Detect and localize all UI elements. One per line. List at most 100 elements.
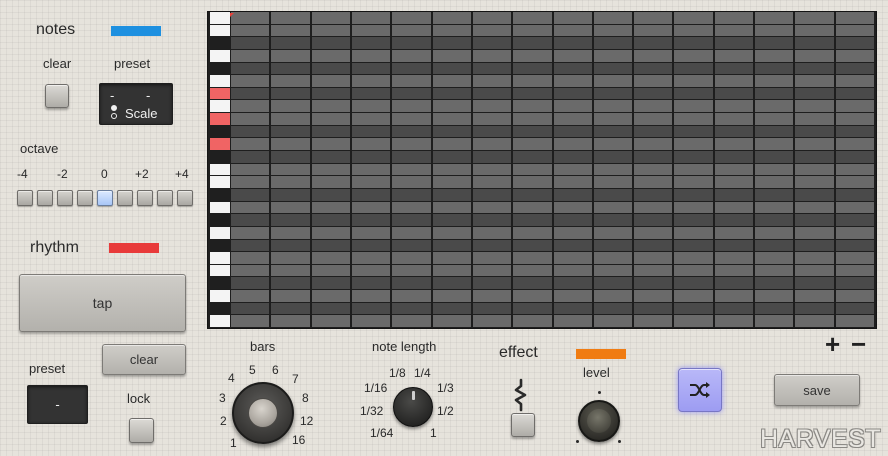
grid-cell[interactable]	[432, 188, 471, 201]
grid-cell[interactable]	[795, 290, 834, 302]
grid-cell[interactable]	[472, 214, 512, 226]
grid-cell[interactable]	[231, 201, 270, 214]
piano-key[interactable]	[210, 188, 230, 201]
grid-cell[interactable]	[835, 277, 874, 290]
grid-cell[interactable]	[755, 100, 794, 113]
grid-cell[interactable]	[593, 49, 633, 62]
grid-cell[interactable]	[553, 62, 592, 75]
piano-key[interactable]	[210, 113, 230, 125]
grid-cell[interactable]	[472, 315, 512, 327]
octave-button[interactable]	[17, 190, 33, 206]
grid-cell[interactable]	[714, 302, 754, 315]
grid-cell[interactable]	[513, 62, 552, 75]
grid-cell[interactable]	[472, 302, 512, 315]
grid-cell[interactable]	[351, 290, 391, 302]
grid-cell[interactable]	[553, 239, 592, 252]
grid-cell[interactable]	[593, 138, 633, 151]
piano-key[interactable]	[210, 163, 230, 176]
grid-cell[interactable]	[231, 24, 270, 37]
grid-cell[interactable]	[553, 163, 592, 176]
octave-button[interactable]	[177, 190, 193, 206]
shuffle-button[interactable]	[678, 368, 722, 412]
grid-cell[interactable]	[755, 163, 794, 176]
grid-cell[interactable]	[231, 302, 270, 315]
octave-button[interactable]	[117, 190, 133, 206]
grid-cell[interactable]	[311, 176, 350, 188]
grid-cell[interactable]	[755, 37, 794, 49]
grid-cell[interactable]	[714, 201, 754, 214]
grid-cell[interactable]	[835, 87, 874, 100]
grid-cell[interactable]	[835, 239, 874, 252]
octave-button[interactable]	[137, 190, 153, 206]
grid-cell[interactable]	[351, 138, 391, 151]
grid-cell[interactable]	[231, 37, 270, 49]
grid-cell[interactable]	[593, 125, 633, 138]
grid-cell[interactable]	[674, 75, 713, 87]
grid-cell[interactable]	[271, 201, 310, 214]
grid-cell[interactable]	[513, 226, 552, 239]
grid-cell[interactable]	[795, 62, 834, 75]
grid-cell[interactable]	[472, 252, 512, 264]
grid-cell[interactable]	[755, 113, 794, 125]
grid-cell[interactable]	[755, 125, 794, 138]
grid-cell[interactable]	[674, 264, 713, 277]
grid-cell[interactable]	[472, 226, 512, 239]
grid-cell[interactable]	[271, 252, 310, 264]
grid-cell[interactable]	[674, 24, 713, 37]
grid-cell[interactable]	[755, 315, 794, 327]
grid-cell[interactable]	[835, 290, 874, 302]
grid-cell[interactable]	[835, 75, 874, 87]
grid-cell[interactable]	[271, 12, 310, 24]
grid-cell[interactable]	[311, 226, 350, 239]
grid-cell[interactable]	[311, 302, 350, 315]
grid-cell[interactable]	[231, 100, 270, 113]
grid-cell[interactable]	[674, 125, 713, 138]
grid-cell[interactable]	[432, 214, 471, 226]
grid-cell[interactable]	[271, 315, 310, 327]
grid-cell[interactable]	[271, 62, 310, 75]
grid-cell[interactable]	[513, 151, 552, 163]
grid-cell[interactable]	[513, 163, 552, 176]
grid-cell[interactable]	[513, 315, 552, 327]
grid-cell[interactable]	[392, 302, 431, 315]
grid-cell[interactable]	[271, 226, 310, 239]
grid-cell[interactable]	[634, 201, 673, 214]
grid-cell[interactable]	[231, 176, 270, 188]
piano-key[interactable]	[210, 302, 230, 315]
grid-cell[interactable]	[311, 290, 350, 302]
grid-cell[interactable]	[634, 277, 673, 290]
grid-cell[interactable]	[432, 302, 471, 315]
grid-cell[interactable]	[231, 290, 270, 302]
grid-cell[interactable]	[755, 201, 794, 214]
grid-cell[interactable]	[795, 264, 834, 277]
grid-cell[interactable]	[795, 151, 834, 163]
grid-cell[interactable]	[432, 100, 471, 113]
grid-cell[interactable]	[231, 188, 270, 201]
grid-cell[interactable]	[593, 163, 633, 176]
grid-cell[interactable]	[392, 315, 431, 327]
grid-cell[interactable]	[311, 277, 350, 290]
piano-key[interactable]	[210, 315, 230, 327]
grid-cell[interactable]	[634, 239, 673, 252]
grid-cell[interactable]	[351, 113, 391, 125]
grid-cell[interactable]	[231, 62, 270, 75]
grid-cell[interactable]	[553, 188, 592, 201]
grid-cell[interactable]	[755, 75, 794, 87]
grid-cell[interactable]	[714, 226, 754, 239]
grid-cell[interactable]	[311, 151, 350, 163]
grid-cell[interactable]	[351, 315, 391, 327]
grid-cell[interactable]	[351, 37, 391, 49]
piano-key[interactable]	[210, 277, 230, 290]
grid-cell[interactable]	[513, 264, 552, 277]
grid-cell[interactable]	[392, 252, 431, 264]
grid-cell[interactable]	[714, 125, 754, 138]
grid-cell[interactable]	[835, 113, 874, 125]
piano-key[interactable]	[210, 12, 230, 24]
grid-cell[interactable]	[593, 201, 633, 214]
grid-cell[interactable]	[513, 100, 552, 113]
piano-key[interactable]	[210, 37, 230, 49]
grid-cell[interactable]	[634, 125, 673, 138]
grid-cell[interactable]	[593, 87, 633, 100]
grid-cell[interactable]	[472, 201, 512, 214]
grid-cell[interactable]	[634, 113, 673, 125]
